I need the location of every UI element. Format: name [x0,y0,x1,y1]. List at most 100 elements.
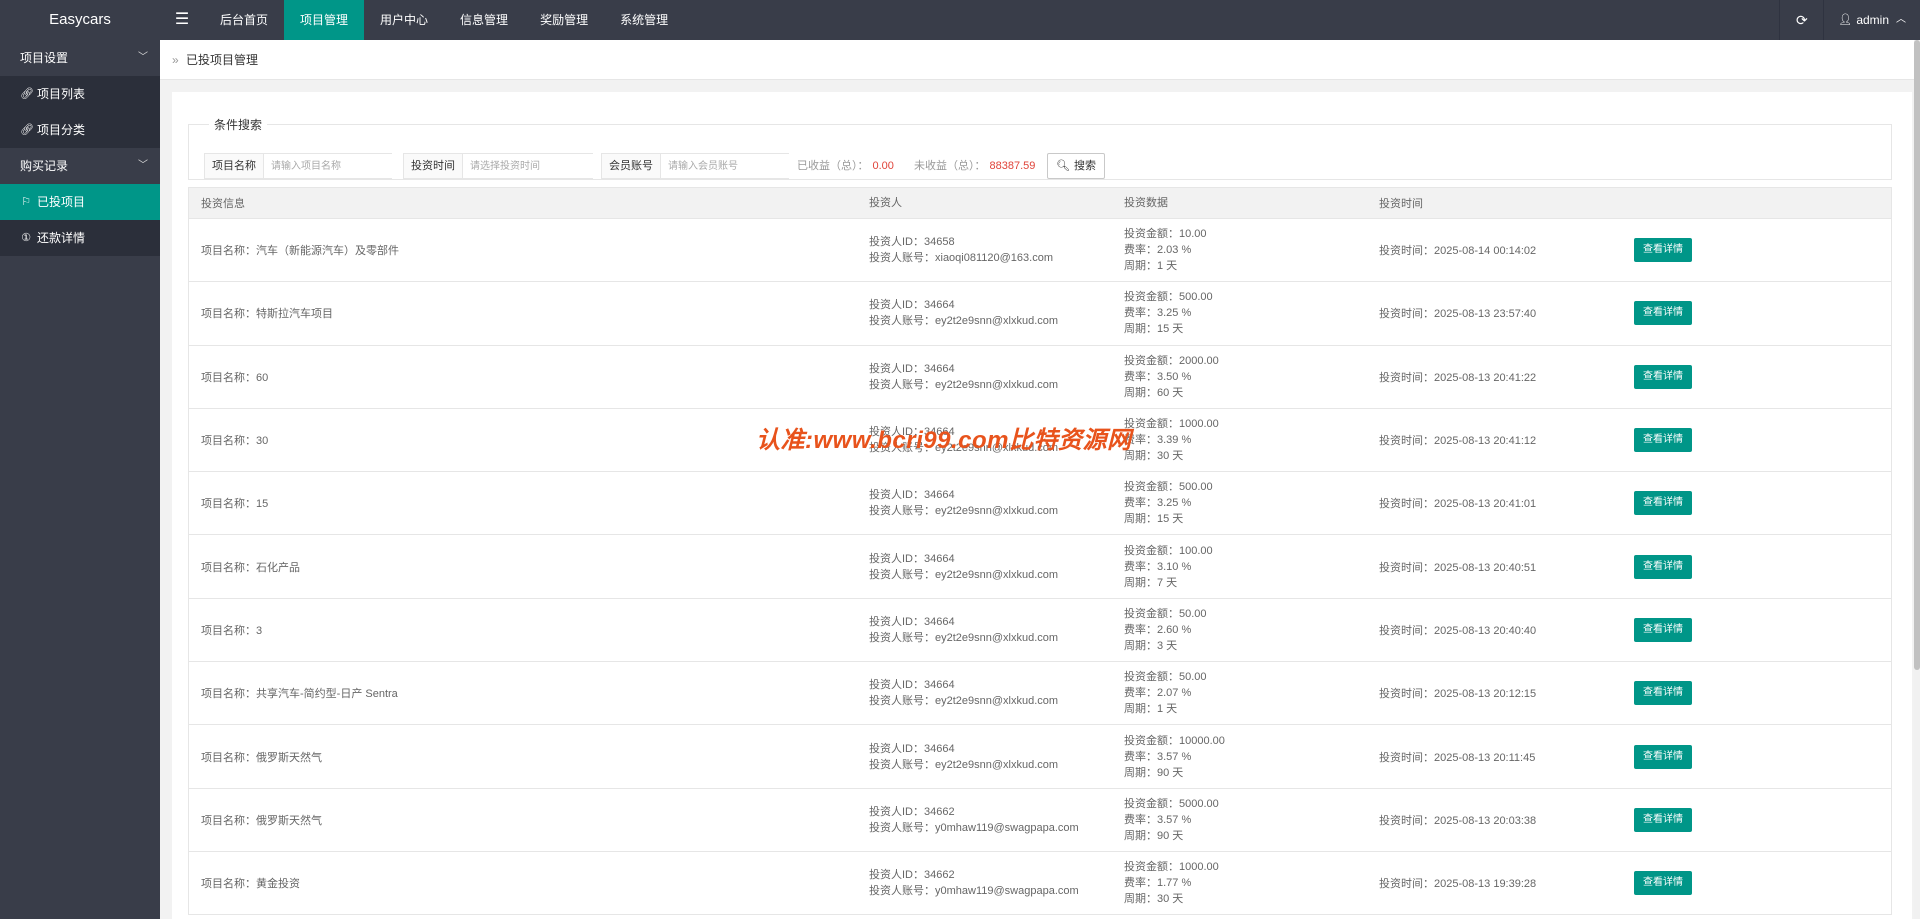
nav-home[interactable]: 后台首页 [204,0,284,40]
hamburger-icon[interactable]: ☰ [160,0,204,40]
earned-label: 已收益（总）： [797,160,869,172]
view-details-button[interactable]: 查看详情 [1634,871,1692,896]
view-details-button[interactable]: 查看详情 [1634,617,1692,642]
invest-period: 周期：30 天 [1124,450,1184,463]
link-icon: 🔗︎ [20,124,34,136]
member-account-input[interactable] [661,154,793,178]
table-row: 项目名称：俄罗斯天然气 投资人ID：34662 投资人账号：y0mhaw119@sw… [189,788,1891,852]
user-menu[interactable]: 👤︎ admin ︿ [1823,0,1920,40]
project-name-label: 项目名称 [205,154,264,178]
chevron-up-icon: ︿ [1896,14,1906,25]
view-details-button[interactable]: 查看详情 [1634,491,1692,516]
invest-period: 周期：15 天 [1124,323,1184,336]
invest-rate: 费率：2.07 % [1124,687,1192,700]
actions-cell: 查看详情 [1634,238,1891,263]
table-row: 项目名称：特斯拉汽车项目 投资人ID：34664 投资人账号：ey2t2e9snn@… [189,282,1891,346]
view-details-button[interactable]: 查看详情 [1634,554,1692,579]
view-details-button[interactable]: 查看详情 [1634,428,1692,453]
invest-time: 投资时间：2025-08-13 20:40:40 [1379,624,1537,637]
invest-period: 周期：1 天 [1124,260,1178,273]
invest-time: 投资时间：2025-08-13 20:11:45 [1379,751,1536,764]
invest-period: 周期：90 天 [1124,829,1184,842]
investor-account: 投资人账号：ey2t2e9snn@xlxkud.com [869,378,1059,391]
nav-info-management[interactable]: 信息管理 [444,0,524,40]
view-details-button[interactable]: 查看详情 [1634,364,1692,389]
investor-id: 投资人ID：34664 [869,679,955,692]
invest-time: 投资时间：2025-08-13 20:41:22 [1379,371,1537,384]
investor-account: 投资人账号：y0mhaw119@swagpapa.com [869,885,1079,898]
project-name: 项目名称：3 [201,624,263,637]
sidebar-group-purchase-records[interactable]: 购买记录 ﹀ [0,148,160,184]
sidebar-item-project-list[interactable]: 🔗︎ 项目列表 [0,76,160,112]
view-details-button[interactable]: 查看详情 [1634,807,1692,832]
invest-period: 周期：60 天 [1124,386,1184,399]
main-panel: 条件搜索 项目名称 投资时间 会员账号 已收益（总）：0.00 未收益（总）：8… [172,92,1912,919]
project-name: 项目名称：汽车（新能源汽车）及零部件 [201,245,399,258]
sidebar-item-label: 项目列表 [37,87,86,101]
invest-rate: 费率：3.10 % [1124,560,1192,573]
breadcrumb-current: 已投项目管理 [186,53,259,67]
investor-id: 投资人ID：34662 [869,805,955,818]
invest-period: 周期：15 天 [1124,513,1184,526]
user-icon: 👤︎ [1838,14,1853,26]
table-row: 项目名称：石化产品 投资人ID：34664 投资人账号：ey2t2e9snn@xlx… [189,535,1891,599]
invest-rate: 费率：3.25 % [1124,497,1192,510]
member-account-label: 会员账号 [602,154,661,178]
sidebar-item-invested-projects[interactable]: ⚐ 已投项目 [0,184,160,220]
investor-id: 投资人ID：34664 [869,615,955,628]
investor-id: 投资人ID：34664 [869,742,955,755]
column-header-investor: 投资人 [869,197,902,209]
table-row: 项目名称：黄金投资 投资人ID：34662 投资人账号：y0mhaw119@swag… [189,851,1891,916]
invest-rate: 费率：2.03 % [1124,244,1192,257]
invest-amount: 投资金额：1000.00 [1124,418,1219,431]
earned-total: 已收益（总）： 0.00 [797,153,894,179]
sidebar-item-project-category[interactable]: 🔗︎ 项目分类 [0,112,160,148]
table-header: 投资信息 投资人 投资数据 投资时间 [189,188,1891,219]
chevron-down-icon: ﹀ [138,52,148,63]
investor-id: 投资人ID：34662 [869,869,955,882]
invest-time-input[interactable] [463,154,597,178]
view-details-button[interactable]: 查看详情 [1634,681,1692,706]
investor-cell: 投资人ID：34662 投资人账号：y0mhaw119@swagpapa.com [869,804,1124,836]
project-name: 项目名称：15 [201,498,269,511]
actions-cell: 查看详情 [1634,681,1891,706]
investor-account: 投资人账号：xiaoqi081120@163.com [869,252,1053,265]
sidebar-group-label: 项目设置 [20,51,69,65]
sidebar-item-repayment-details[interactable]: ① 还款详情 [0,220,160,256]
invest-rate: 费率：1.77 % [1124,877,1192,890]
investor-cell: 投资人ID：34662 投资人账号：y0mhaw119@swagpapa.com [869,867,1124,899]
investor-cell: 投资人ID：34664 投资人账号：ey2t2e9snn@xlxkud.com [869,551,1124,583]
invest-amount: 投资金额：500.00 [1124,291,1213,304]
refresh-icon[interactable]: ⟳ [1779,0,1823,40]
invest-time: 投资时间：2025-08-13 20:03:38 [1379,814,1537,827]
view-details-button[interactable]: 查看详情 [1634,238,1692,263]
nav-user-center[interactable]: 用户中心 [364,0,444,40]
investor-id: 投资人ID：34664 [869,362,955,375]
top-nav: 后台首页 项目管理 用户中心 信息管理 奖励管理 系统管理 [204,0,684,40]
nav-system-management[interactable]: 系统管理 [604,0,684,40]
view-details-button[interactable]: 查看详情 [1634,301,1692,326]
page-scrollbar-thumb[interactable] [1914,40,1920,670]
invest-period: 周期：7 天 [1124,576,1178,589]
invest-data-cell: 投资金额：500.00 费率：3.25 % 周期：15 天 [1124,289,1379,337]
table-row: 项目名称：共享汽车-简约型-日产 Sentra 投资人ID：34664 投资人账号：… [189,662,1891,726]
invest-data-cell: 投资金额：100.00 费率：3.10 % 周期：7 天 [1124,543,1379,591]
nav-reward-management[interactable]: 奖励管理 [524,0,604,40]
investor-id: 投资人ID：34658 [869,236,955,249]
sidebar-group-project-settings[interactable]: 项目设置 ﹀ [0,40,160,76]
project-name-input[interactable] [264,154,396,178]
sidebar-group-label: 购买记录 [20,159,69,173]
link-icon: 🔗︎ [20,88,34,100]
invest-rate: 费率：3.25 % [1124,307,1192,320]
view-details-button[interactable]: 查看详情 [1634,744,1692,769]
column-header-invest-time: 投资时间 [1379,198,1423,210]
investor-cell: 投资人ID：34664 投资人账号：ey2t2e9snn@xlxkud.com [869,297,1124,329]
invest-time-filter: 投资时间 [403,153,597,179]
username: admin [1856,13,1889,27]
project-name: 项目名称：石化产品 [201,561,300,574]
invest-time: 投资时间：2025-08-13 20:41:12 [1379,435,1537,448]
investor-cell: 投资人ID：34658 投资人账号：xiaoqi081120@163.com [869,234,1124,266]
search-button[interactable]: 🔍︎ 搜索 [1047,153,1105,179]
nav-project-management[interactable]: 项目管理 [284,0,365,40]
project-name: 项目名称：特斯拉汽车项目 [201,308,333,321]
